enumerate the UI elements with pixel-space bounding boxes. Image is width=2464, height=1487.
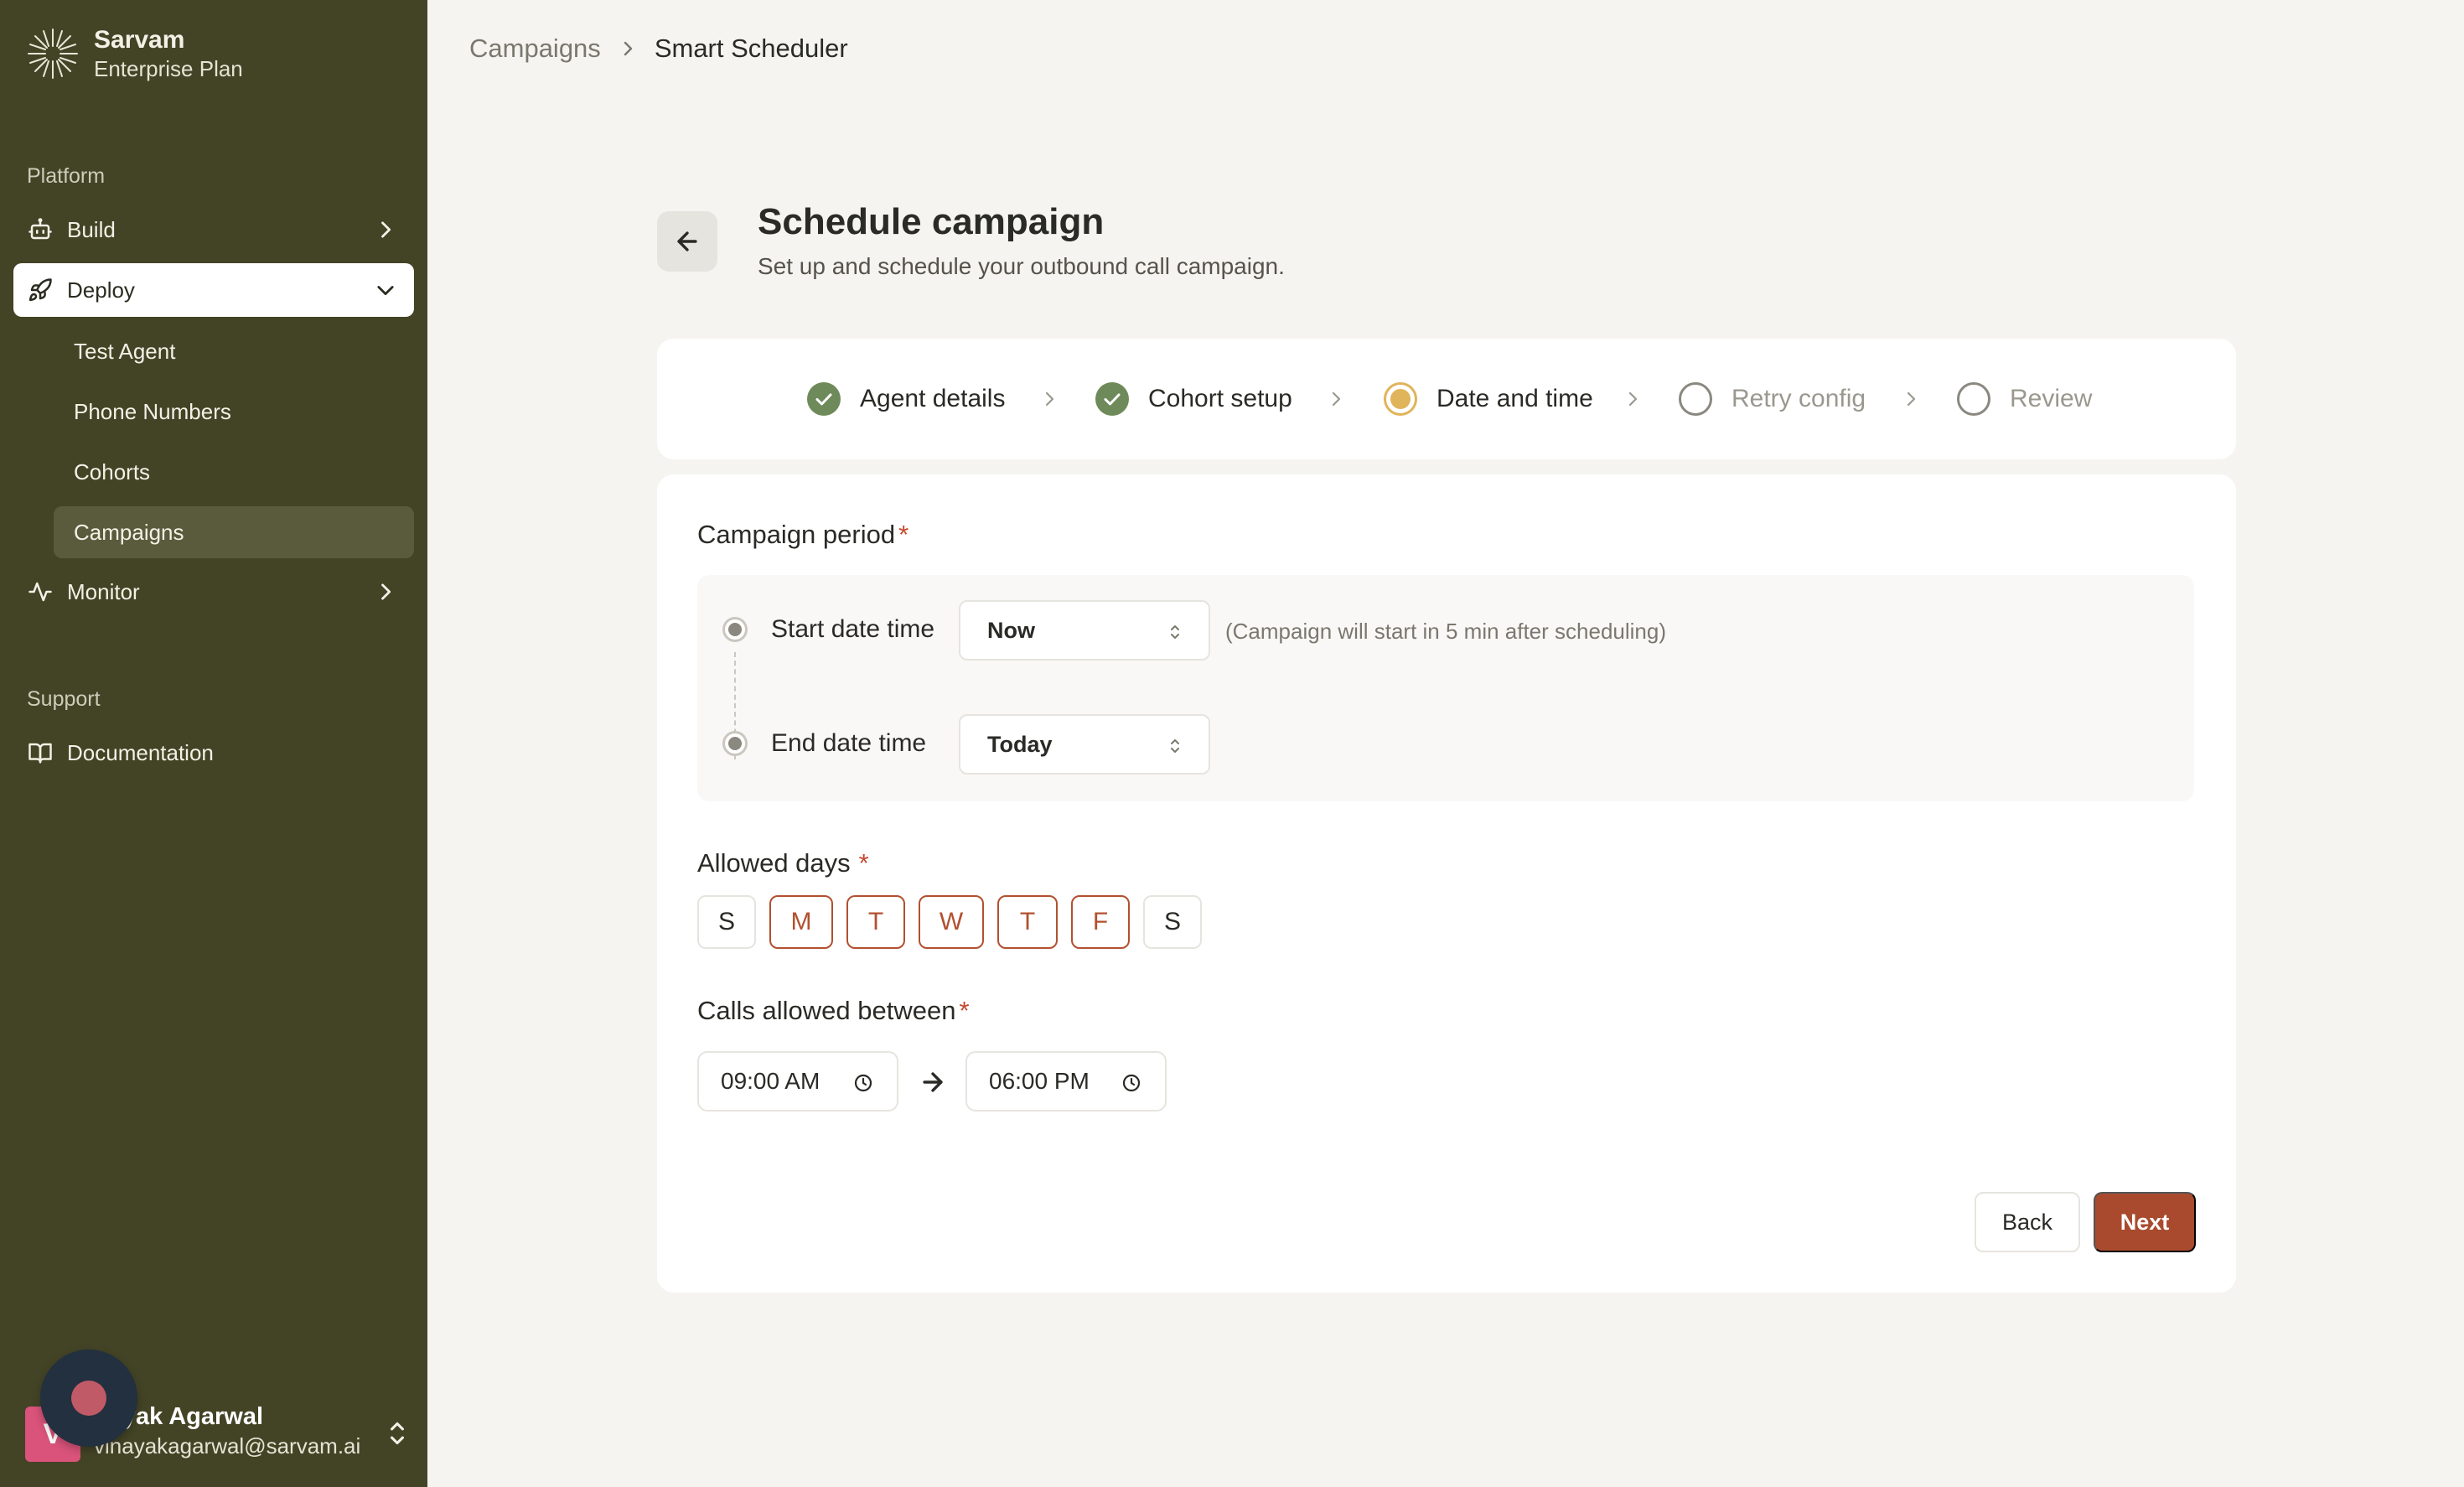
chevron-right-icon	[624, 41, 633, 56]
sidebar: Sarvam Enterprise Plan Platform Build De…	[0, 0, 427, 1487]
breadcrumb-current: Smart Scheduler	[654, 34, 848, 63]
day-toggle-friday[interactable]: F	[1071, 895, 1130, 949]
step-label: Date and time	[1436, 385, 1593, 412]
sidebar-item-label: Documentation	[67, 739, 214, 765]
chevron-right-icon	[1628, 391, 1638, 407]
breadcrumb: Campaigns Smart Scheduler	[469, 34, 848, 64]
check-circle-icon	[807, 382, 841, 416]
record-button[interactable]	[40, 1350, 137, 1447]
empty-circle-icon	[1957, 382, 1990, 416]
allowed-days-label: Allowed days *	[697, 848, 869, 878]
calls-allowed-label: Calls allowed between *	[697, 996, 970, 1026]
step-date-and-time[interactable]: Date and time	[1383, 379, 1593, 419]
step-label: Review	[2010, 385, 2093, 412]
step-agent-details[interactable]: Agent details	[806, 379, 1005, 419]
chevrons-up-down-icon	[1171, 625, 1179, 639]
step-label: Agent details	[860, 385, 1006, 412]
calls-allowed-text: Calls allowed between	[697, 996, 956, 1025]
step-cohort-setup[interactable]: Cohort setup	[1095, 379, 1292, 419]
section-label-platform: Platform	[27, 164, 106, 188]
clock-icon[interactable]	[1121, 1073, 1141, 1093]
chevron-down-icon	[377, 286, 394, 296]
check-circle-icon	[1095, 382, 1129, 416]
chevron-right-icon	[381, 583, 391, 600]
day-toggle-thursday[interactable]: T	[997, 895, 1058, 949]
chevrons-up-down-icon	[391, 1422, 404, 1445]
back-arrow-button[interactable]	[657, 211, 717, 272]
schedule-form-card: Campaign period * Start date time Now (Ca…	[657, 474, 2236, 1293]
start-date-time-value: Now	[987, 617, 1035, 643]
sidebar-item-label: Build	[67, 216, 116, 242]
day-toggle-sunday[interactable]: S	[697, 895, 756, 949]
brand[interactable]: Sarvam Enterprise Plan	[25, 25, 243, 82]
campaign-period-label: Campaign period *	[697, 520, 908, 550]
sidebar-item-build[interactable]: Build	[13, 203, 414, 256]
rocket-icon	[27, 277, 54, 303]
sidebar-subitem-phone-numbers[interactable]: Phone Numbers	[54, 386, 414, 438]
sidebar-item-monitor[interactable]: Monitor	[13, 565, 414, 619]
book-open-icon	[27, 739, 54, 766]
step-review[interactable]: Review	[1956, 379, 2092, 419]
time-from-input[interactable]: 09:00 AM	[697, 1051, 898, 1111]
brand-name: Sarvam	[94, 26, 185, 54]
next-button[interactable]: Next	[2094, 1192, 2196, 1252]
arrow-left-icon	[677, 231, 697, 251]
current-step-icon	[1384, 382, 1417, 416]
brand-plan: Enterprise Plan	[94, 56, 243, 81]
time-to-input[interactable]: 06:00 PM	[965, 1051, 1167, 1111]
end-timeline-dot	[722, 731, 748, 756]
required-mark: *	[898, 520, 909, 549]
start-time-hint: (Campaign will start in 5 min after sche…	[1225, 619, 1666, 644]
section-label-support: Support	[27, 687, 101, 711]
sidebar-subitem-cohorts[interactable]: Cohorts	[54, 446, 414, 498]
record-dot-icon	[71, 1381, 106, 1416]
end-date-time-label: End date time	[771, 729, 927, 757]
robot-icon	[27, 216, 54, 243]
user-email: vinayakagarwal@sarvam.ai	[94, 1433, 361, 1459]
page-title: Schedule campaign	[758, 201, 1105, 242]
stepper: Agent details Cohort setup Date and time…	[657, 339, 2236, 459]
clock-icon[interactable]	[853, 1073, 873, 1093]
sidebar-item-documentation[interactable]: Documentation	[13, 726, 414, 780]
start-timeline-dot	[722, 617, 748, 642]
sidebar-item-label: Monitor	[67, 578, 140, 604]
step-label: Retry config	[1732, 385, 1866, 412]
step-label: Cohort setup	[1148, 385, 1292, 412]
step-retry-config[interactable]: Retry config	[1678, 379, 1866, 419]
chevron-right-icon	[1907, 391, 1916, 407]
chevrons-up-down-icon	[1171, 739, 1179, 753]
campaign-period-text: Campaign period	[697, 520, 896, 549]
start-date-time-select[interactable]: Now	[959, 600, 1210, 661]
empty-circle-icon	[1679, 382, 1712, 416]
day-toggle-monday[interactable]: M	[769, 895, 833, 949]
chevron-right-icon	[381, 221, 391, 238]
time-to-value: 06:00 PM	[989, 1068, 1090, 1094]
sidebar-item-label: Deploy	[67, 277, 135, 303]
chevron-right-icon	[1045, 391, 1054, 407]
arrow-right-icon	[923, 1072, 943, 1092]
day-toggle-tuesday[interactable]: T	[846, 895, 905, 949]
sidebar-subitem-test-agent[interactable]: Test Agent	[54, 325, 414, 377]
chevron-right-icon	[1332, 391, 1341, 407]
day-toggle-wednesday[interactable]: W	[919, 895, 984, 949]
page-subtitle: Set up and schedule your outbound call c…	[758, 253, 1285, 279]
sarvam-logo-icon	[28, 28, 78, 79]
time-from-value: 09:00 AM	[721, 1068, 820, 1094]
day-toggle-saturday[interactable]: S	[1143, 895, 1202, 949]
allowed-days-text: Allowed days	[697, 848, 851, 878]
activity-icon	[27, 578, 54, 605]
required-mark: *	[858, 848, 869, 878]
campaign-period-box: Start date time Now (Campaign will start…	[697, 575, 2194, 801]
required-mark: *	[959, 996, 970, 1025]
end-date-time-value: Today	[987, 731, 1053, 757]
start-date-time-label: Start date time	[771, 615, 935, 643]
sidebar-subitem-campaigns[interactable]: Campaigns	[54, 506, 414, 558]
back-button[interactable]: Back	[1975, 1192, 2080, 1252]
sidebar-item-deploy[interactable]: Deploy	[13, 263, 414, 317]
breadcrumb-campaigns[interactable]: Campaigns	[469, 34, 601, 64]
end-date-time-select[interactable]: Today	[959, 714, 1210, 775]
